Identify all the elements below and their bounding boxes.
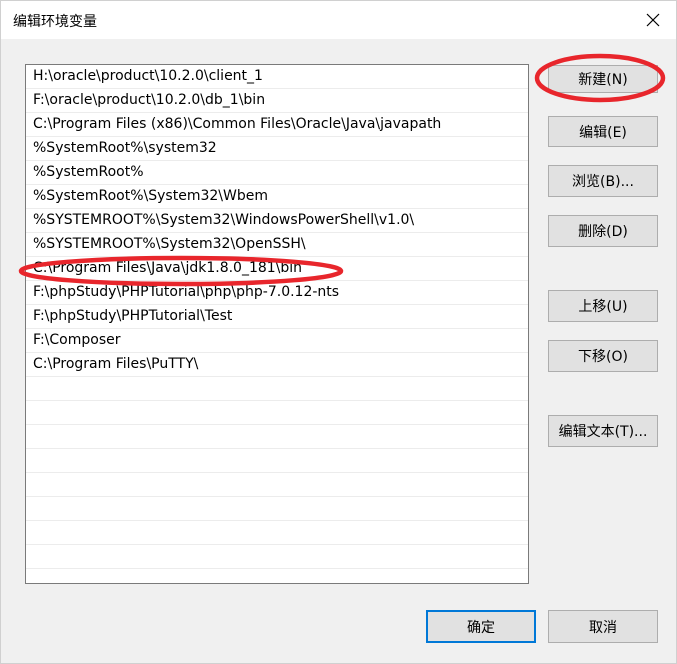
path-list-item[interactable]: F:\Composer [26,329,528,353]
path-list-item-text: F:\phpStudy\PHPTutorial\php\php-7.0.12-n… [33,284,340,300]
move-up-button[interactable]: 上移(U) [548,290,658,322]
path-list-item-text: %SYSTEMROOT%\System32\WindowsPowerShell\… [33,212,415,228]
delete-button[interactable]: 删除(D) [548,215,658,247]
path-list-empty-row[interactable] [26,497,528,521]
path-list-item[interactable]: %SYSTEMROOT%\System32\OpenSSH\ [26,233,528,257]
dialog-title: 编辑环境变量 [13,14,97,30]
path-list-empty-row[interactable] [26,401,528,425]
cancel-button[interactable]: 取消 [548,610,658,643]
path-list-item-text: F:\oracle\product\10.2.0\db_1\bin [33,92,266,108]
path-list-empty-row[interactable] [26,521,528,545]
path-list-item[interactable]: C:\Program Files\PuTTY\ [26,353,528,377]
edit-text-button[interactable]: 编辑文本(T)... [548,415,658,447]
title-bar: 编辑环境变量 [1,1,676,39]
path-list-item[interactable]: %SystemRoot% [26,161,528,185]
path-list-item-text: C:\Program Files\Java\jdk1.8.0_181\bin [33,260,303,276]
path-list-empty-row[interactable] [26,569,528,583]
path-list-item-text: %SystemRoot% [33,164,144,180]
path-list-empty-row[interactable] [26,377,528,401]
path-list-item[interactable]: C:\Program Files\Java\jdk1.8.0_181\bin [26,257,528,281]
move-down-button[interactable]: 下移(O) [548,340,658,372]
ok-button[interactable]: 确定 [426,610,536,643]
edit-button[interactable]: 编辑(E) [548,116,658,147]
path-list-item-text: F:\Composer [33,332,121,348]
path-list-item[interactable]: H:\oracle\product\10.2.0\client_1 [26,65,528,89]
path-list-item-text: %SystemRoot%\System32\Wbem [33,188,268,204]
path-list-item-text: C:\Program Files\PuTTY\ [33,356,199,372]
path-list-item[interactable]: F:\phpStudy\PHPTutorial\Test [26,305,528,329]
path-list-item-text: H:\oracle\product\10.2.0\client_1 [33,68,263,84]
close-button[interactable] [630,1,676,39]
path-list-empty-row[interactable] [26,449,528,473]
path-list-item-text: F:\phpStudy\PHPTutorial\Test [33,308,233,324]
browse-button[interactable]: 浏览(B)... [548,165,658,197]
path-list-item[interactable]: F:\oracle\product\10.2.0\db_1\bin [26,89,528,113]
path-list-item[interactable]: C:\Program Files (x86)\Common Files\Orac… [26,113,528,137]
path-list-empty-row[interactable] [26,425,528,449]
path-list-item[interactable]: %SystemRoot%\system32 [26,137,528,161]
edit-env-var-dialog: 编辑环境变量 H:\oracle\product\10.2.0\client_1… [0,0,677,664]
path-list-item-text: C:\Program Files (x86)\Common Files\Orac… [33,116,442,132]
path-list-item[interactable]: F:\phpStudy\PHPTutorial\php\php-7.0.12-n… [26,281,528,305]
close-icon [646,13,660,27]
new-button[interactable]: 新建(N) [548,65,658,93]
path-list-item[interactable]: %SYSTEMROOT%\System32\WindowsPowerShell\… [26,209,528,233]
path-list-empty-row[interactable] [26,545,528,569]
path-list-item[interactable]: %SystemRoot%\System32\Wbem [26,185,528,209]
path-list-item-text: %SystemRoot%\system32 [33,140,217,156]
path-list[interactable]: H:\oracle\product\10.2.0\client_1 F:\orac… [25,64,529,584]
path-list-empty-row[interactable] [26,473,528,497]
path-list-item-text: %SYSTEMROOT%\System32\OpenSSH\ [33,236,306,252]
